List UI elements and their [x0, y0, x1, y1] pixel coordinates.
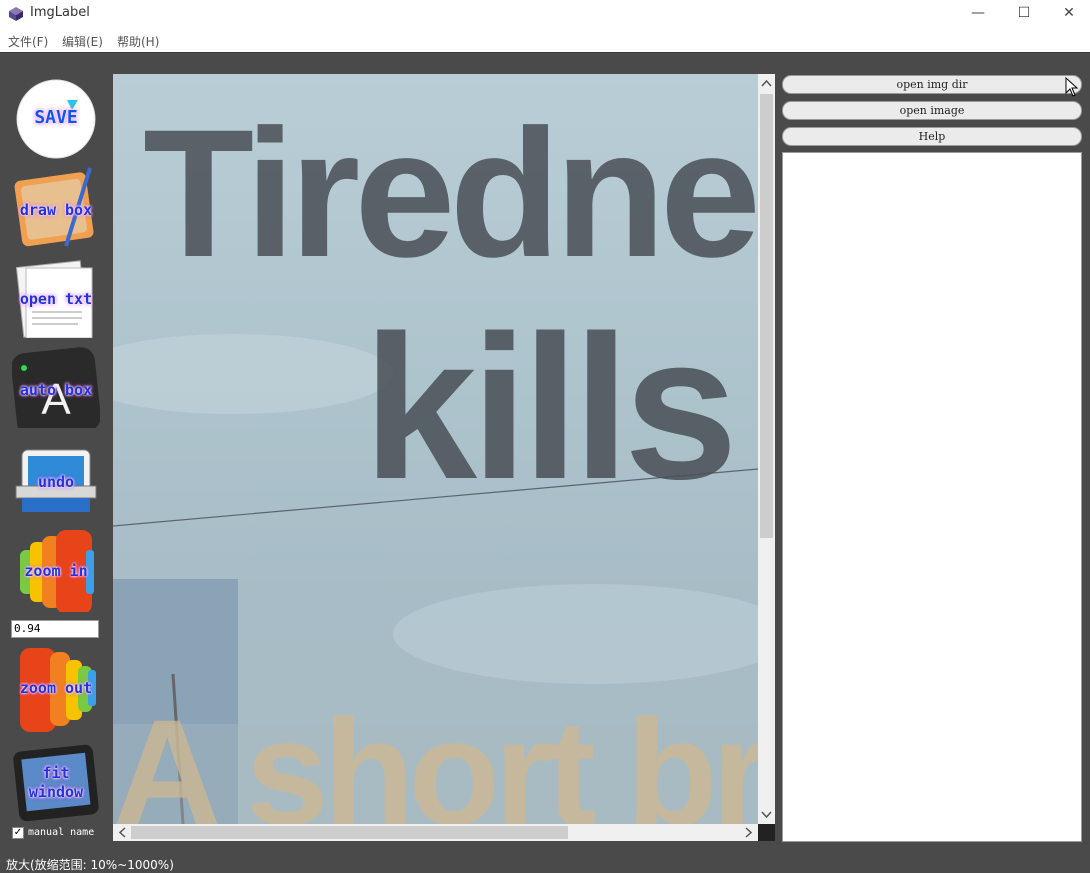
window-title: ImgLabel [30, 5, 90, 20]
open-txt-button[interactable]: open txt [12, 256, 100, 339]
horizontal-scrollbar-graphics [118, 826, 753, 839]
zoom-out-label: zoom out [19, 679, 93, 697]
horizontal-scrollbar[interactable] [113, 824, 758, 841]
manual-name-label: manual name [28, 827, 95, 838]
fit-window-button[interactable]: fit window [12, 744, 100, 826]
vertical-scrollbar[interactable] [758, 74, 775, 824]
zoom-out-button[interactable]: zoom out [12, 646, 100, 732]
sign-line-1: Tiredne [143, 91, 758, 295]
open-img-dir-button[interactable]: open img dir [782, 75, 1082, 94]
fit-label: fit [42, 764, 70, 782]
window-label: window [28, 783, 84, 801]
close-button[interactable]: ✕ [1046, 0, 1090, 28]
image-canvas[interactable]: Tiredne kills A short bre [113, 74, 758, 824]
open-txt-label: open txt [19, 290, 93, 308]
status-bar: 放大(放缩范围: 10%~1000%) [0, 852, 1090, 872]
help-button[interactable]: Help [782, 127, 1082, 146]
vertical-scrollbar-graphics [760, 79, 773, 819]
zoom-in-button[interactable]: zoom in [12, 530, 100, 614]
file-list-panel[interactable] [782, 152, 1082, 842]
save-label: SAVE [34, 107, 78, 128]
minimize-button[interactable]: — [955, 0, 1001, 28]
maximize-button[interactable]: ☐ [1001, 0, 1047, 28]
menu-edit[interactable]: 编辑(E) [62, 33, 103, 50]
zoom-level-input[interactable]: 0.94 [11, 620, 99, 638]
manual-name-checkbox[interactable]: ✓ [12, 827, 24, 839]
save-button[interactable]: SAVE [12, 78, 100, 160]
sign-line-2: kills [363, 293, 738, 522]
auto-box-label: auto box [19, 381, 93, 399]
title-bar: ImgLabel — ☐ ✕ [0, 0, 1090, 28]
menu-help[interactable]: 帮助(H) [117, 33, 159, 50]
sign-line-3: A short bre [113, 688, 758, 824]
open-image-button[interactable]: open image [782, 101, 1082, 120]
zoom-in-label: zoom in [24, 562, 88, 580]
scroll-corner [758, 824, 775, 841]
draw-box-label: draw box [19, 201, 93, 219]
status-text: 放大(放缩范围: 10%~1000%) [6, 858, 174, 872]
toolbar-handle [0, 52, 1090, 63]
mouse-cursor-icon [1065, 77, 1079, 97]
app-logo-icon [9, 7, 23, 21]
menu-bar: 文件(F) 编辑(E) 帮助(H) [0, 28, 1090, 52]
auto-box-button[interactable]: A auto box [11, 346, 101, 437]
draw-box-button[interactable]: draw box [12, 166, 100, 248]
undo-button[interactable]: undo [12, 444, 100, 526]
menu-file[interactable]: 文件(F) [8, 33, 48, 50]
undo-label: undo [37, 473, 75, 491]
